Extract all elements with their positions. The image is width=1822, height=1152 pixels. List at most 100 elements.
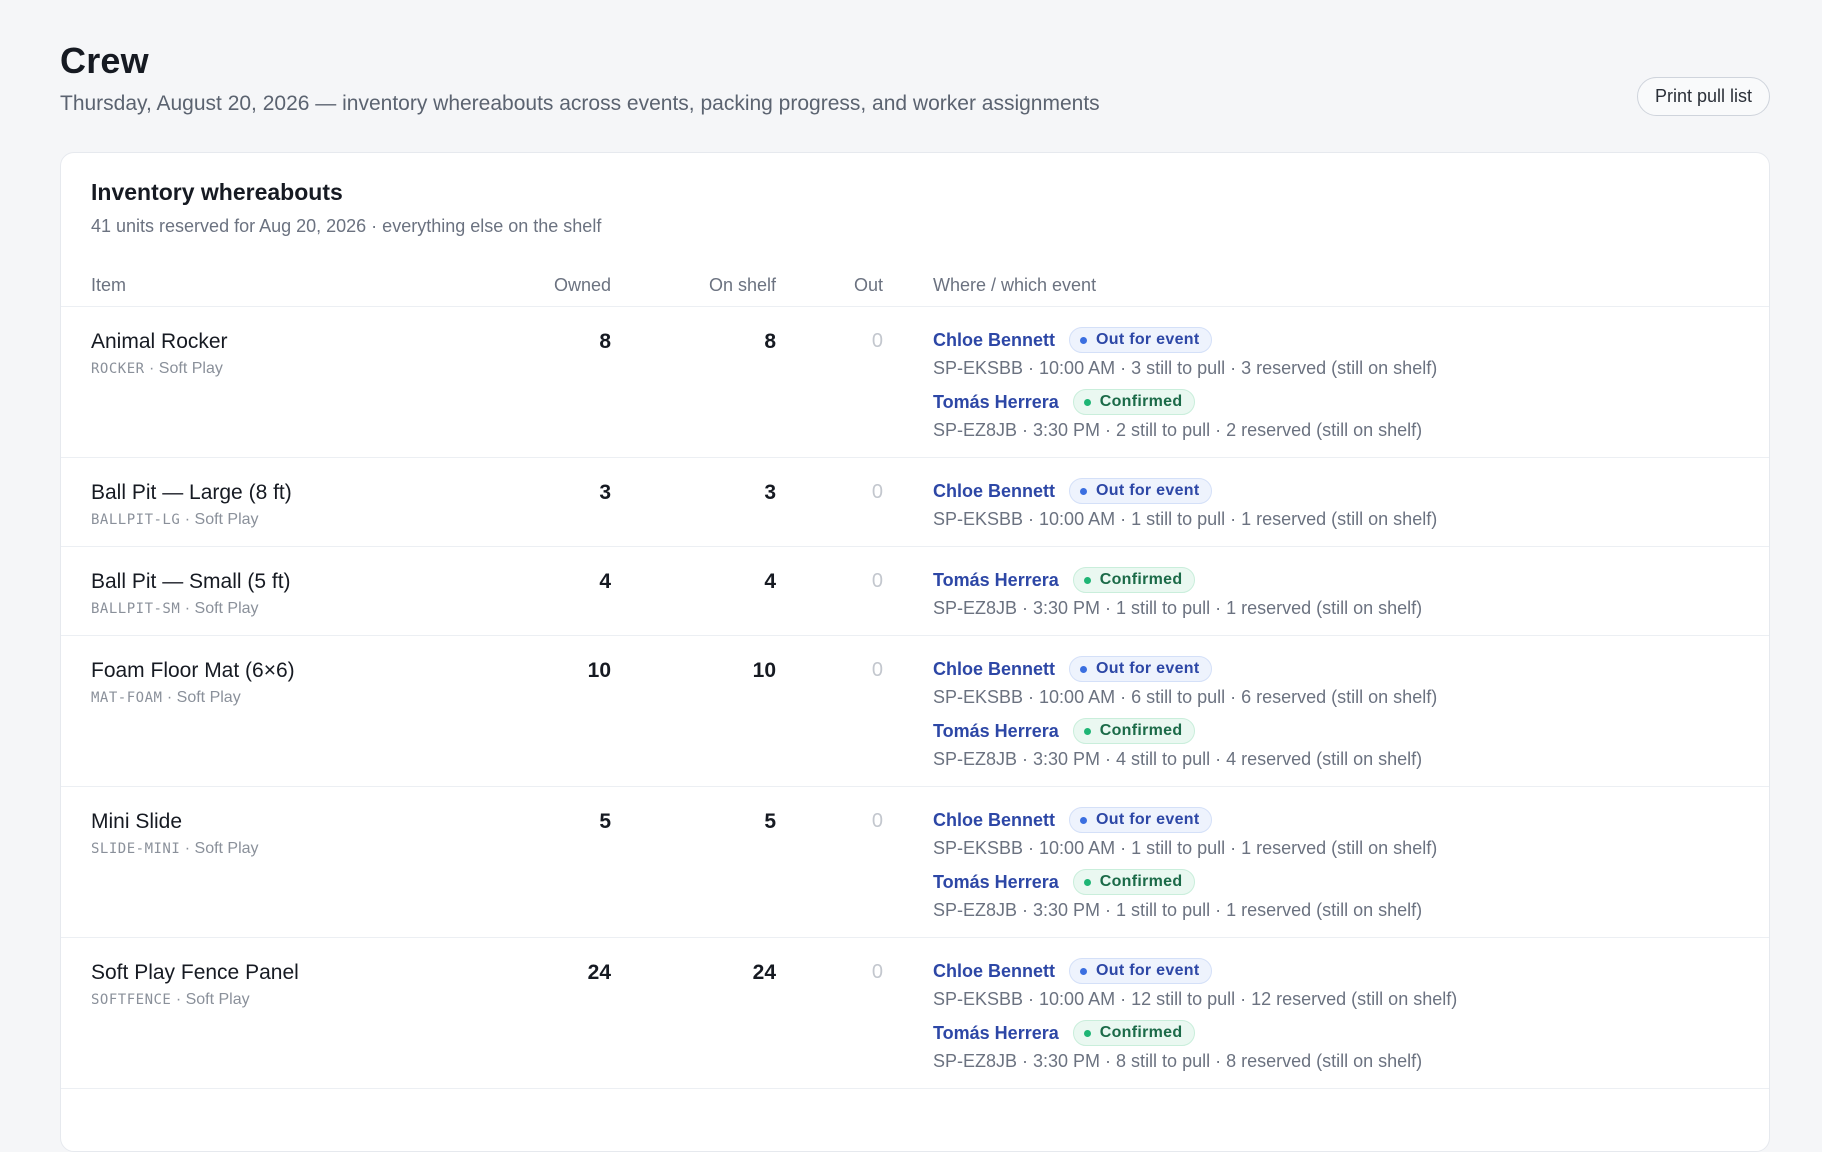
status-label: Confirmed xyxy=(1099,873,1183,890)
item-meta: MAT-FOAM · Soft Play xyxy=(91,689,471,707)
item-name: Soft Play Fence Panel xyxy=(91,961,299,984)
item-sku: MAT-FOAM xyxy=(91,690,163,706)
worker-link[interactable]: Tomás Herrera xyxy=(933,570,1059,591)
assignment-header: Chloe Bennett Out for event xyxy=(933,958,1739,984)
status-dot-icon xyxy=(1083,398,1091,406)
item-meta: ROCKER · Soft Play xyxy=(91,360,471,378)
status-label: Confirmed xyxy=(1099,393,1183,410)
item-cell: Soft Play Fence Panel SOFTFENCE · Soft P… xyxy=(91,958,471,1072)
status-dot-icon xyxy=(1080,336,1088,344)
assignment-detail: SP-EZ8JB · 3:30 PM · 1 still to pull · 1… xyxy=(933,598,1423,618)
worker-link[interactable]: Tomás Herrera xyxy=(933,872,1059,893)
item-category: · Soft Play xyxy=(175,991,250,1008)
table-row: Mini Slide SLIDE-MINI · Soft Play 5 5 0 … xyxy=(61,787,1769,938)
table-row: Ball Pit — Small (5 ft) BALLPIT-SM · Sof… xyxy=(61,547,1769,636)
assignments-cell: Tomás Herrera Confirmed SP-EZ8JB · 3:30 … xyxy=(883,567,1739,619)
item-name: Animal Rocker xyxy=(91,330,228,353)
status-badge: Confirmed xyxy=(1072,389,1196,415)
assignment-header: Chloe Bennett Out for event xyxy=(933,327,1739,353)
status-label: Out for event xyxy=(1096,962,1200,979)
status-dot-icon xyxy=(1080,816,1088,824)
assignment-detail: SP-EZ8JB · 3:30 PM · 1 still to pull · 1… xyxy=(933,900,1423,920)
table-row: Animal Rocker ROCKER · Soft Play 8 8 0 C… xyxy=(61,307,1769,458)
status-dot-icon xyxy=(1083,576,1091,584)
status-badge: Out for event xyxy=(1069,478,1213,504)
assignment-header: Tomás Herrera Confirmed xyxy=(933,389,1739,415)
assignment: Chloe Bennett Out for event SP-EKSBB · 1… xyxy=(933,656,1739,708)
item-meta: SLIDE-MINI · Soft Play xyxy=(91,840,471,858)
on-shelf-count: 10 xyxy=(752,659,776,682)
status-label: Confirmed xyxy=(1099,722,1183,739)
assignment-detail: SP-EZ8JB · 3:30 PM · 8 still to pull · 8… xyxy=(933,1051,1423,1071)
worker-link[interactable]: Chloe Bennett xyxy=(933,481,1055,502)
assignments-cell: Chloe Bennett Out for event SP-EKSBB · 1… xyxy=(883,807,1739,921)
status-badge: Confirmed xyxy=(1072,567,1196,593)
item-name: Ball Pit — Large (8 ft) xyxy=(91,481,292,504)
on-shelf-count: 3 xyxy=(764,481,776,504)
on-shelf-count: 4 xyxy=(764,570,776,593)
worker-link[interactable]: Tomás Herrera xyxy=(933,721,1059,742)
worker-link[interactable]: Chloe Bennett xyxy=(933,810,1055,831)
assignment: Tomás Herrera Confirmed SP-EZ8JB · 3:30 … xyxy=(933,389,1739,441)
owned-count: 5 xyxy=(599,810,611,833)
assignment-detail: SP-EKSBB · 10:00 AM · 3 still to pull · … xyxy=(933,358,1438,378)
assignment: Chloe Bennett Out for event SP-EKSBB · 1… xyxy=(933,327,1739,379)
out-count: 0 xyxy=(871,481,883,503)
item-sku: BALLPIT-SM xyxy=(91,601,181,617)
item-category: · Soft Play xyxy=(166,689,241,706)
owned-count: 8 xyxy=(599,330,611,353)
page-subtitle: Thursday, August 20, 2026 — inventory wh… xyxy=(60,92,1100,115)
assignment-header: Chloe Bennett Out for event xyxy=(933,807,1739,833)
assignment-header: Tomás Herrera Confirmed xyxy=(933,1020,1739,1046)
worker-link[interactable]: Tomás Herrera xyxy=(933,1023,1059,1044)
inventory-card: Inventory whereabouts 41 units reserved … xyxy=(60,152,1770,1152)
out-count: 0 xyxy=(871,659,883,681)
table-body: Animal Rocker ROCKER · Soft Play 8 8 0 C… xyxy=(61,307,1769,1089)
on-shelf-count: 24 xyxy=(752,961,776,984)
item-sku: SOFTFENCE xyxy=(91,992,172,1008)
worker-link[interactable]: Chloe Bennett xyxy=(933,330,1055,351)
assignment-detail: SP-EZ8JB · 3:30 PM · 4 still to pull · 4… xyxy=(933,749,1423,769)
assignment-header: Chloe Bennett Out for event xyxy=(933,656,1739,682)
item-sku: BALLPIT-LG xyxy=(91,512,181,528)
column-header-item: Item xyxy=(91,275,127,295)
status-dot-icon xyxy=(1080,967,1088,975)
column-header-on-shelf: On shelf xyxy=(708,275,776,295)
worker-link[interactable]: Chloe Bennett xyxy=(933,961,1055,982)
assignment-detail: SP-EKSBB · 10:00 AM · 1 still to pull · … xyxy=(933,838,1438,858)
card-title: Inventory whereabouts xyxy=(91,179,343,205)
worker-link[interactable]: Chloe Bennett xyxy=(933,659,1055,680)
table-row: Ball Pit — Large (8 ft) BALLPIT-LG · Sof… xyxy=(61,458,1769,547)
table-row: Soft Play Fence Panel SOFTFENCE · Soft P… xyxy=(61,938,1769,1089)
worker-link[interactable]: Tomás Herrera xyxy=(933,392,1059,413)
status-label: Out for event xyxy=(1096,331,1200,348)
assignment-header: Tomás Herrera Confirmed xyxy=(933,718,1739,744)
assignment-header: Chloe Bennett Out for event xyxy=(933,478,1739,504)
on-shelf-count: 5 xyxy=(764,810,776,833)
item-name: Foam Floor Mat (6×6) xyxy=(91,659,295,682)
status-badge: Out for event xyxy=(1069,958,1213,984)
assignment: Tomás Herrera Confirmed SP-EZ8JB · 3:30 … xyxy=(933,869,1739,921)
assignment-header: Tomás Herrera Confirmed xyxy=(933,567,1739,593)
assignment-header: Tomás Herrera Confirmed xyxy=(933,869,1739,895)
status-badge: Confirmed xyxy=(1072,1020,1196,1046)
assignment-detail: SP-EKSBB · 10:00 AM · 1 still to pull · … xyxy=(933,509,1438,529)
print-pull-list-button[interactable]: Print pull list xyxy=(1636,77,1770,116)
item-category: · Soft Play xyxy=(149,360,223,377)
assignments-cell: Chloe Bennett Out for event SP-EKSBB · 1… xyxy=(883,656,1739,770)
assignment: Tomás Herrera Confirmed SP-EZ8JB · 3:30 … xyxy=(933,567,1739,619)
item-cell: Foam Floor Mat (6×6) MAT-FOAM · Soft Pla… xyxy=(91,656,471,770)
item-meta: SOFTFENCE · Soft Play xyxy=(91,991,471,1009)
item-name: Ball Pit — Small (5 ft) xyxy=(91,570,291,593)
assignments-cell: Chloe Bennett Out for event SP-EKSBB · 1… xyxy=(883,958,1739,1072)
status-label: Out for event xyxy=(1096,660,1200,677)
column-header-owned: Owned xyxy=(553,275,611,295)
out-count: 0 xyxy=(871,330,883,352)
status-badge: Out for event xyxy=(1069,327,1213,353)
status-badge: Out for event xyxy=(1069,656,1213,682)
assignment-detail: SP-EZ8JB · 3:30 PM · 2 still to pull · 2… xyxy=(933,420,1423,440)
status-label: Confirmed xyxy=(1099,1024,1183,1041)
item-category: · Soft Play xyxy=(184,511,259,528)
status-label: Out for event xyxy=(1096,811,1200,828)
owned-count: 4 xyxy=(599,570,611,593)
